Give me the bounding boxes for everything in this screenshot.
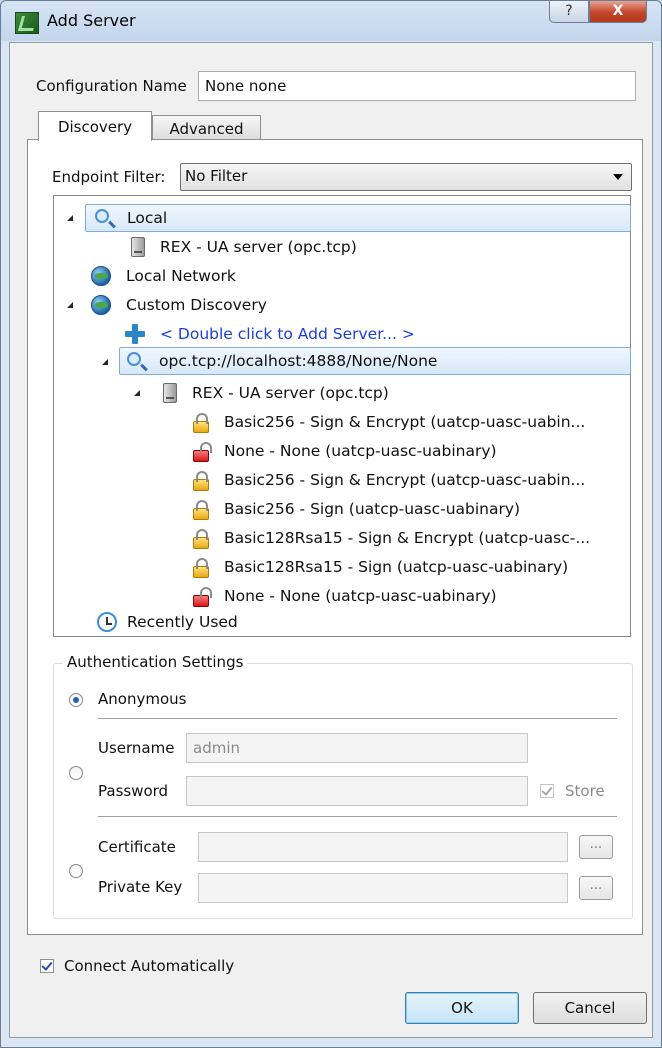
tree-item-add-server[interactable]: < Double click to Add Server... > — [125, 320, 525, 348]
expand-open-icon[interactable] — [67, 302, 73, 308]
private-key-label: Private Key — [98, 878, 183, 896]
magnifier-icon — [95, 209, 109, 223]
tree-item-endpoint[interactable]: Basic256 - Sign (uatcp-uasc-uabinary) — [191, 495, 631, 523]
certificate-input[interactable] — [198, 832, 568, 862]
lock-icon — [193, 471, 209, 491]
connect-automatically-label: Connect Automatically — [64, 957, 235, 975]
globe-icon — [91, 295, 111, 315]
expand-closed-icon[interactable] — [69, 267, 76, 279]
chevron-down-icon — [613, 174, 623, 180]
tree-item-label: Basic256 - Sign & Encrypt (uatcp-uasc-ua… — [224, 413, 586, 431]
divider — [98, 718, 617, 719]
tree-item-label: Basic128Rsa15 - Sign & Encrypt (uatcp-ua… — [224, 529, 591, 547]
tree-item-label: < Double click to Add Server... > — [160, 325, 415, 343]
tree-item-label: Local Network — [126, 267, 236, 285]
tree-item-label: REX - UA server (opc.tcp) — [192, 384, 389, 402]
tree-item-label: REX - UA server (opc.tcp) — [160, 238, 357, 256]
tree-item-label: Custom Discovery — [126, 296, 267, 314]
tree-item-label: Basic128Rsa15 - Sign (uatcp-uasc-uabinar… — [224, 558, 569, 576]
endpoint-filter-label: Endpoint Filter: — [52, 168, 166, 186]
tree-item-label: Basic256 - Sign & Encrypt (uatcp-uasc-ua… — [224, 471, 586, 489]
window-title: Add Server — [47, 11, 136, 30]
password-input[interactable] — [186, 776, 528, 806]
expand-open-icon[interactable] — [67, 215, 73, 221]
tree-item-endpoint[interactable]: None - None (uatcp-uasc-uabinary) — [191, 437, 631, 465]
username-label: Username — [98, 739, 175, 757]
configuration-name-label: Configuration Name — [36, 77, 187, 95]
title-bar[interactable]: Add Server ? X — [1, 1, 661, 41]
tab-advanced[interactable]: Advanced — [152, 115, 261, 141]
tree-item-label: Basic256 - Sign (uatcp-uasc-uabinary) — [224, 500, 521, 518]
certificate-label: Certificate — [98, 838, 176, 856]
browse-certificate-button[interactable]: ... — [579, 835, 613, 859]
username-input[interactable]: admin — [186, 733, 528, 763]
tree-item-label: Recently Used — [127, 613, 238, 631]
lock-icon — [193, 558, 209, 578]
cancel-button[interactable]: Cancel — [533, 992, 647, 1024]
divider — [98, 816, 617, 817]
tree-item-recently-used[interactable]: Recently Used — [95, 608, 495, 636]
tree-item-label: opc.tcp://localhost:4888/None/None — [159, 352, 438, 370]
tree-item-opc-endpoint[interactable]: opc.tcp://localhost:4888/None/None — [119, 347, 631, 375]
lock-icon — [193, 529, 209, 549]
tree-item-endpoint[interactable]: Basic256 - Sign & Encrypt (uatcp-uasc-ua… — [191, 466, 631, 494]
unlock-icon — [193, 442, 212, 462]
certificate-radio[interactable] — [69, 864, 83, 878]
lock-icon — [193, 500, 209, 520]
private-key-input[interactable] — [198, 873, 568, 903]
tree-item-local-network[interactable]: Local Network — [89, 262, 489, 290]
magnifier-icon — [127, 352, 141, 366]
help-button[interactable]: ? — [549, 1, 589, 23]
server-icon — [163, 383, 177, 403]
tree-item-rex-server-custom[interactable]: REX - UA server (opc.tcp) — [159, 379, 559, 407]
endpoint-filter-select[interactable]: No Filter — [180, 163, 632, 191]
plus-icon — [125, 324, 145, 344]
configuration-name-input[interactable]: None none — [198, 71, 636, 101]
password-label: Password — [98, 782, 169, 800]
expand-open-icon[interactable] — [134, 390, 140, 396]
anonymous-label: Anonymous — [98, 690, 187, 708]
tree-item-custom-discovery[interactable]: Custom Discovery — [89, 291, 489, 319]
tree-item-local[interactable]: Local — [85, 204, 631, 232]
app-logo-icon — [15, 12, 39, 34]
store-checkbox[interactable] — [540, 784, 554, 798]
expand-closed-icon[interactable] — [101, 238, 108, 250]
tree-item-endpoint[interactable]: Basic128Rsa15 - Sign (uatcp-uasc-uabinar… — [191, 553, 631, 581]
tree-item-label: None - None (uatcp-uasc-uabinary) — [224, 587, 497, 605]
expand-open-icon[interactable] — [102, 359, 108, 365]
authentication-settings-title: Authentication Settings — [63, 653, 248, 671]
tree-item-endpoint[interactable]: Basic128Rsa15 - Sign & Encrypt (uatcp-ua… — [191, 524, 631, 552]
expand-closed-icon[interactable] — [69, 614, 76, 626]
username-password-radio[interactable] — [69, 766, 83, 780]
close-button[interactable]: X — [589, 1, 647, 23]
connect-automatically-checkbox[interactable] — [40, 959, 54, 973]
tree-item-endpoint[interactable]: Basic256 - Sign & Encrypt (uatcp-uasc-ua… — [191, 408, 631, 436]
tree-item-label: None - None (uatcp-uasc-uabinary) — [224, 442, 497, 460]
lock-icon — [193, 413, 209, 433]
browse-private-key-button[interactable]: ... — [579, 876, 613, 900]
tab-discovery[interactable]: Discovery — [38, 111, 152, 141]
ok-button[interactable]: OK — [405, 992, 519, 1024]
server-icon — [131, 237, 145, 257]
tree-item-rex-server-local[interactable]: REX - UA server (opc.tcp) — [127, 233, 527, 261]
globe-icon — [91, 266, 111, 286]
anonymous-radio[interactable] — [69, 693, 83, 707]
clock-icon — [97, 612, 117, 632]
unlock-icon — [193, 587, 212, 607]
store-label: Store — [565, 782, 605, 800]
add-server-dialog: Add Server ? X Configuration Name None n… — [0, 0, 662, 1048]
tree-item-label: Local — [127, 209, 168, 227]
endpoint-filter-value: No Filter — [185, 167, 248, 185]
tree-item-endpoint[interactable]: None - None (uatcp-uasc-uabinary) — [191, 582, 631, 610]
